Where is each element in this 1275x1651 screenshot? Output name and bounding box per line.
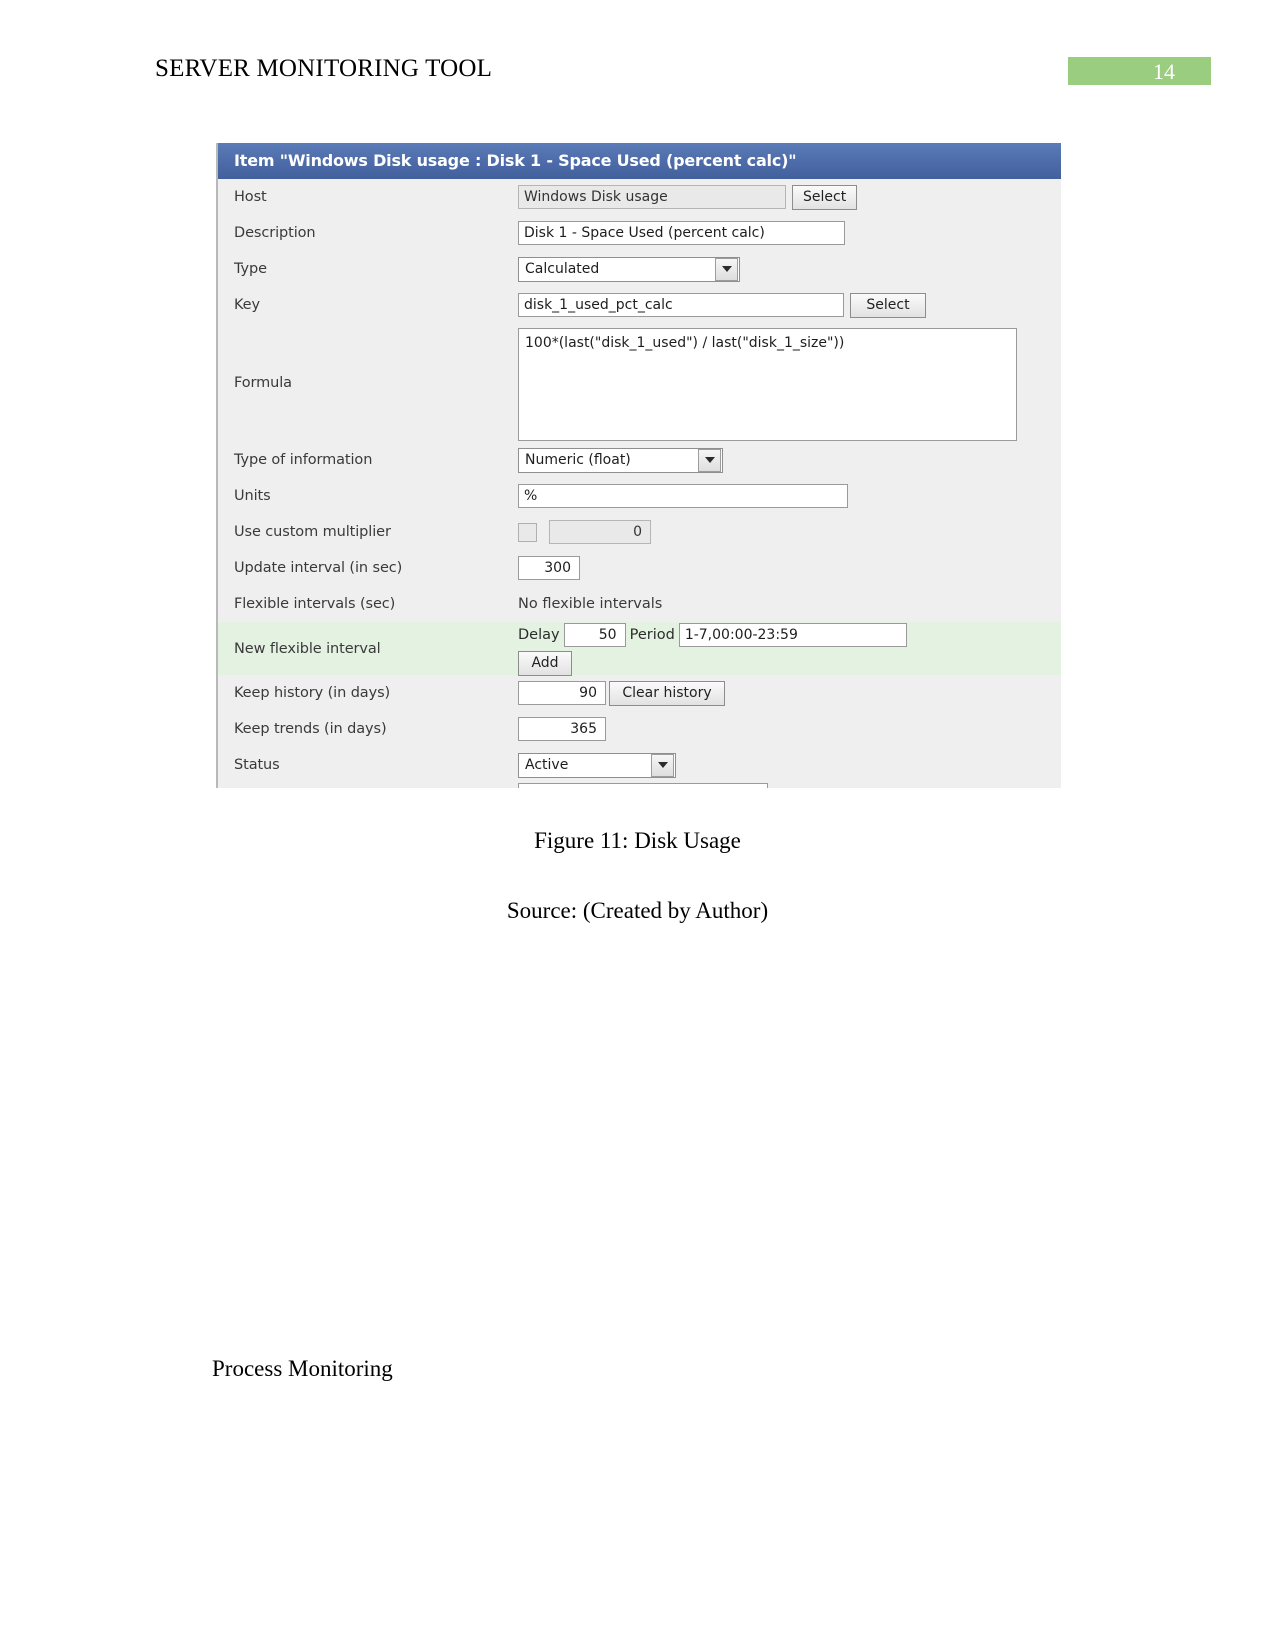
page-number: 14 <box>1153 59 1175 84</box>
use-custom-multiplier-label: Use custom multiplier <box>234 524 391 540</box>
keep-trends-input[interactable]: 365 <box>518 717 606 741</box>
form-row-use-custom-multiplier: Use custom multiplier 0 <box>218 514 1061 550</box>
key-input[interactable]: disk_1_used_pct_calc <box>518 293 844 317</box>
chevron-down-icon <box>698 448 721 472</box>
units-label: Units <box>234 488 271 504</box>
host-input[interactable]: Windows Disk usage <box>518 185 786 209</box>
type-label: Type <box>234 261 267 277</box>
formula-label: Formula <box>234 374 292 391</box>
use-custom-multiplier-checkbox[interactable] <box>518 522 537 542</box>
type-of-information-label: Type of information <box>234 452 373 468</box>
flexible-intervals-label: Flexible intervals (sec) <box>234 596 396 612</box>
type-of-information-select[interactable]: Numeric (float) <box>518 447 723 473</box>
form-row-host: Host Windows Disk usage Select <box>218 179 1061 215</box>
description-label: Description <box>234 225 316 241</box>
window-titlebar: Item "Windows Disk usage : Disk 1 - Spac… <box>218 143 1061 179</box>
clear-history-button[interactable]: Clear history <box>609 680 725 706</box>
page-title: SERVER MONITORING TOOL <box>155 55 493 82</box>
form-row-update-interval: Update interval (in sec) 300 <box>218 550 1061 586</box>
status-label: Status <box>234 757 280 773</box>
delay-label: Delay <box>518 627 560 643</box>
form-row-type-of-information: Type of information Numeric (float) <box>218 442 1061 478</box>
host-label: Host <box>234 189 267 205</box>
type-select[interactable]: Calculated <box>518 256 740 282</box>
update-interval-label: Update interval (in sec) <box>234 560 403 576</box>
chevron-down-icon <box>651 753 674 777</box>
keep-history-input[interactable]: 90 <box>518 681 606 705</box>
type-select-value: Calculated <box>525 261 600 277</box>
chevron-down-icon <box>715 257 738 281</box>
delay-input[interactable]: 50 <box>563 623 626 647</box>
key-label: Key <box>234 297 260 313</box>
body-paragraph: Process Monitoring <box>212 1356 393 1381</box>
form-row-new-flexible-interval: New flexible interval Delay 50 Period 1-… <box>218 622 1061 676</box>
form-row-cropped <box>218 783 1061 788</box>
custom-multiplier-input[interactable]: 0 <box>549 520 651 544</box>
form-row-description: Description Disk 1 - Space Used (percent… <box>218 215 1061 251</box>
new-flexible-interval-label: New flexible interval <box>234 640 381 657</box>
add-flexible-interval-button[interactable]: Add <box>518 651 572 676</box>
form-row-units: Units % <box>218 478 1061 514</box>
type-of-information-value: Numeric (float) <box>525 452 631 468</box>
form-row-type: Type Calculated <box>218 251 1061 287</box>
period-label: Period <box>629 627 675 643</box>
status-select-value: Active <box>525 757 569 773</box>
form-row-formula: Formula 100*(last("disk_1_used") / last(… <box>218 323 1061 442</box>
update-interval-input[interactable]: 300 <box>518 556 580 580</box>
key-select-button[interactable]: Select <box>850 292 926 318</box>
document-header: SERVER MONITORING TOOL 14 <box>0 0 1275 110</box>
source-caption: Source: (Created by Author) <box>506 898 769 923</box>
form-row-keep-history: Keep history (in days) 90 Clear history <box>218 675 1061 711</box>
form-row-key: Key disk_1_used_pct_calc Select <box>218 287 1061 323</box>
item-configuration-form: Host Windows Disk usage Select Descripti… <box>218 179 1061 788</box>
form-row-keep-trends: Keep trends (in days) 365 <box>218 711 1061 747</box>
form-row-status: Status Active <box>218 747 1061 783</box>
flexible-intervals-value: No flexible intervals <box>518 596 663 612</box>
keep-trends-label: Keep trends (in days) <box>234 721 387 737</box>
figure-caption: Figure 11: Disk Usage <box>534 828 741 853</box>
page-number-badge: 14 <box>1068 57 1211 85</box>
host-select-button[interactable]: Select <box>792 184 858 210</box>
form-row-flexible-intervals: Flexible intervals (sec) No flexible int… <box>218 586 1061 622</box>
embedded-screenshot: Item "Windows Disk usage : Disk 1 - Spac… <box>216 143 1061 788</box>
description-input[interactable]: Disk 1 - Space Used (percent calc) <box>518 221 845 245</box>
formula-textarea[interactable]: 100*(last("disk_1_used") / last("disk_1_… <box>518 327 1017 441</box>
keep-history-label: Keep history (in days) <box>234 685 391 701</box>
cropped-input[interactable] <box>518 783 768 788</box>
units-input[interactable]: % <box>518 484 848 508</box>
period-input[interactable]: 1-7,00:00-23:59 <box>678 623 907 647</box>
status-select[interactable]: Active <box>518 752 676 778</box>
